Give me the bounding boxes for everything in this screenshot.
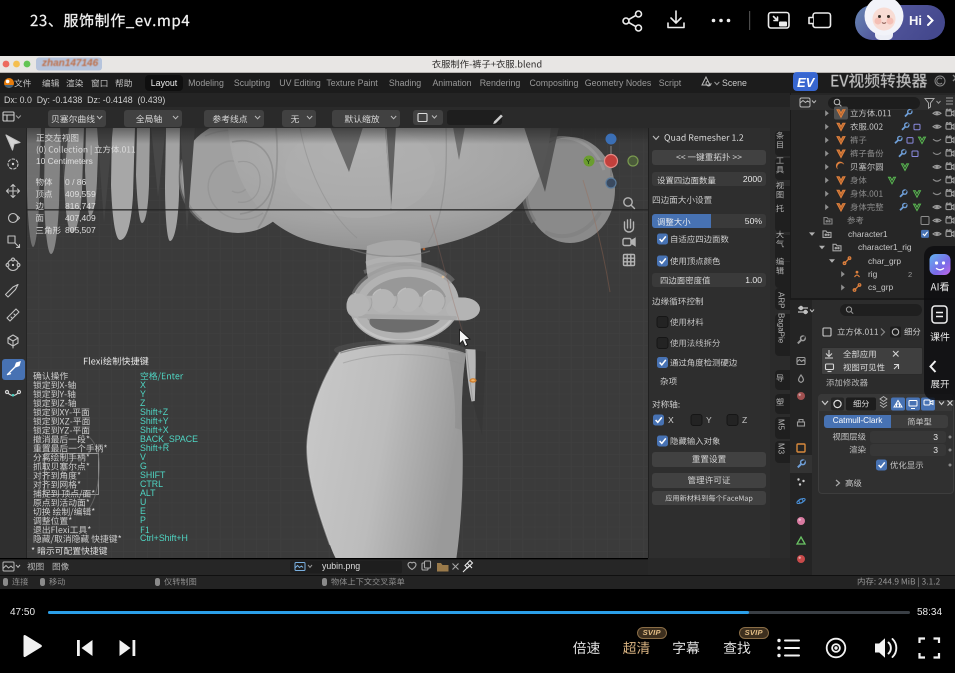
svg-text:EV: EV xyxy=(797,75,816,90)
svg-text:Y: Y xyxy=(586,159,591,166)
svg-text:Hi: Hi xyxy=(909,13,922,28)
